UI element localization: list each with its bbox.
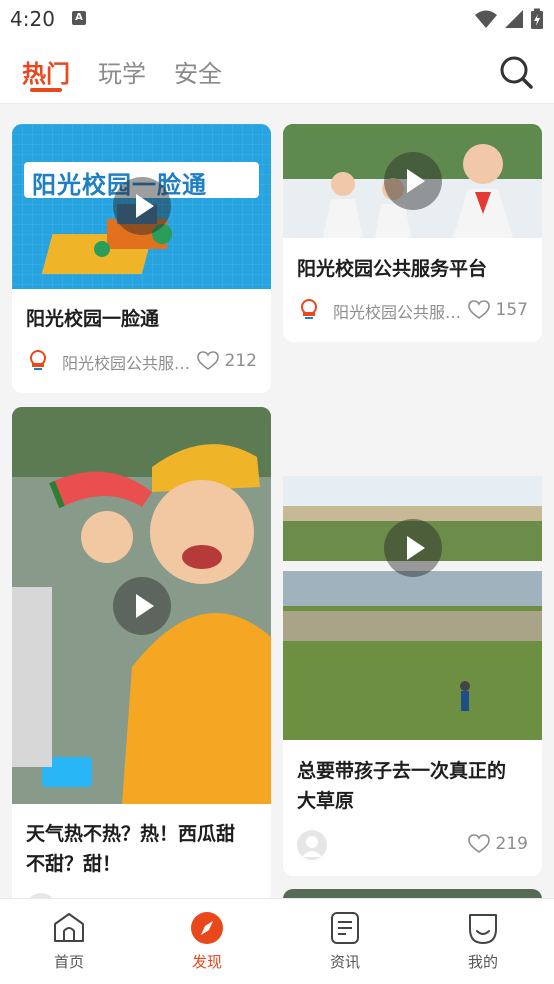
card-title-line: 不甜？甜！ [26, 853, 122, 875]
feed-card[interactable]: 阳光校园公共服务平台 阳光校园公共服… 157 [283, 124, 542, 342]
nav-discover[interactable]: 发现 [138, 899, 276, 984]
status-icons [474, 8, 544, 30]
heart-icon [467, 300, 490, 319]
card-title: 阳光校园公共服务平台 [297, 258, 488, 280]
author-logo [297, 298, 321, 322]
author-name: 阳光校园公共服… [62, 354, 191, 373]
nav-news[interactable]: 资讯 [276, 899, 414, 984]
play-icon[interactable] [384, 519, 442, 577]
card-title: 天气热不热？热！西瓜甜 不甜？甜！ [26, 819, 235, 879]
heart-icon [196, 351, 219, 370]
tab-play-learn[interactable]: 玩学 [98, 54, 146, 89]
battery-icon [531, 8, 543, 29]
compass-icon [191, 912, 223, 944]
status-time: 4:20 [10, 7, 55, 31]
search-button[interactable] [496, 52, 536, 92]
nav-label: 发现 [191, 953, 222, 971]
play-icon[interactable] [113, 177, 171, 235]
signal-icon [505, 10, 523, 28]
search-icon [500, 56, 533, 89]
like-count: 212 [224, 351, 257, 371]
notification-icon: A [72, 11, 86, 25]
like-button[interactable]: 212 [196, 349, 257, 373]
nav-label: 我的 [467, 953, 498, 971]
card-meta: 219 [297, 830, 528, 860]
nav-label: 资讯 [329, 953, 360, 971]
like-count: 157 [495, 300, 528, 320]
like-button[interactable]: 219 [467, 832, 528, 856]
status-bar: 4:20 A [0, 0, 554, 38]
tab-safety[interactable]: 安全 [174, 54, 222, 89]
heart-icon [467, 834, 490, 853]
like-count: 219 [495, 834, 528, 854]
feed-card[interactable]: 总要带孩子去一次真正的 大草原 219 [283, 356, 542, 876]
card-title: 阳光校园一脸通 [26, 308, 160, 330]
feed-card[interactable]: 阳光校园一脸通 阳光校园一脸通 阳光校园公共服… 212 [12, 124, 271, 393]
active-tab-indicator [30, 88, 62, 92]
avatar [297, 830, 327, 860]
nav-label: 首页 [53, 953, 84, 971]
news-icon [331, 912, 359, 944]
bottom-navigation: 首页 发现 资讯 我的 [0, 898, 554, 984]
top-tab-bar: 热门 玩学 安全 [0, 38, 554, 104]
card-title-line: 大草原 [297, 790, 355, 812]
author-name: 阳光校园公共服… [333, 303, 462, 322]
tab-hot[interactable]: 热门 [22, 54, 70, 89]
video-thumbnail [12, 407, 271, 804]
wifi-icon [475, 10, 497, 28]
card-title-line: 总要带孩子去一次真正的 [297, 760, 507, 782]
home-icon [54, 913, 84, 942]
video-thumbnail [283, 356, 542, 740]
profile-icon [469, 914, 497, 944]
play-icon[interactable] [113, 577, 171, 635]
feed-card[interactable]: 天气热不热？热！西瓜甜 不甜？甜！ [12, 407, 271, 907]
video-thumbnail: 阳光校园一脸通 [12, 124, 271, 289]
card-title: 总要带孩子去一次真正的 大草原 [297, 756, 506, 816]
play-icon[interactable] [384, 152, 442, 210]
video-thumbnail [283, 124, 542, 238]
card-title-line: 天气热不热？热！西瓜甜 [26, 823, 236, 845]
author-logo [26, 349, 50, 373]
card-meta: 阳光校园公共服… 157 [297, 296, 528, 324]
nav-profile[interactable]: 我的 [414, 899, 552, 984]
card-meta: 阳光校园公共服… 212 [26, 347, 257, 375]
like-button[interactable]: 157 [467, 298, 528, 322]
nav-home[interactable]: 首页 [0, 899, 138, 984]
